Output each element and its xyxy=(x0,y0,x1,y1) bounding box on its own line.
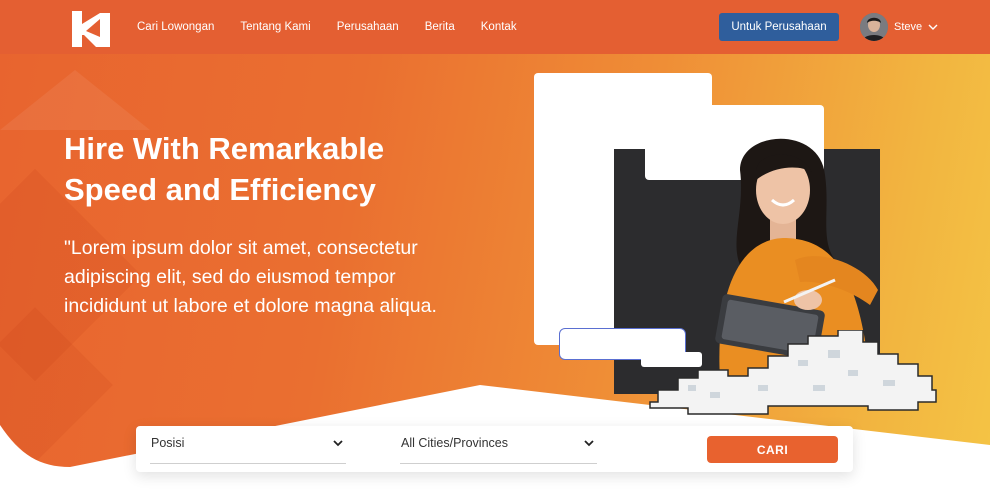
position-select[interactable]: Posisi xyxy=(150,426,346,464)
cloud-illustration xyxy=(649,330,937,415)
city-select-value: All Cities/Provinces xyxy=(401,436,508,450)
chevron-down-icon xyxy=(928,24,938,30)
nav-link-cari-lowongan[interactable]: Cari Lowongan xyxy=(137,21,214,33)
chevron-down-icon xyxy=(333,440,343,447)
search-button[interactable]: CARI xyxy=(707,436,838,463)
avatar xyxy=(860,13,888,41)
top-navbar: Cari Lowongan Tentang Kami Perusahaan Be… xyxy=(0,0,990,54)
nav-link-tentang-kami[interactable]: Tentang Kami xyxy=(240,21,310,33)
hero-title-line: Hire With Remarkable xyxy=(64,131,385,166)
chevron-down-icon xyxy=(584,440,594,447)
user-name: Steve xyxy=(894,21,923,33)
city-select[interactable]: All Cities/Provinces xyxy=(400,426,597,464)
nav-link-kontak[interactable]: Kontak xyxy=(481,21,517,33)
nav-links: Cari Lowongan Tentang Kami Perusahaan Be… xyxy=(137,0,517,54)
hero-description: "Lorem ipsum dolor sit amet, consectetur… xyxy=(64,234,464,321)
for-company-button[interactable]: Untuk Perusahaan xyxy=(719,13,839,41)
hero-description-line: incididunt ut labore et dolore magna ali… xyxy=(64,295,437,317)
hero-description-line: adipiscing elit, sed do eiusmod tempor xyxy=(64,266,396,288)
h-logo-icon[interactable] xyxy=(70,7,112,49)
nav-link-perusahaan[interactable]: Perusahaan xyxy=(337,21,399,33)
hero-title: Hire With Remarkable Speed and Efficienc… xyxy=(64,128,484,210)
hero-title-line: Speed and Efficiency xyxy=(64,172,376,207)
hero-decoration-triangle xyxy=(0,70,150,130)
hero-description-line: "Lorem ipsum dolor sit amet, consectetur xyxy=(64,237,418,259)
position-select-value: Posisi xyxy=(151,436,185,450)
user-menu[interactable]: Steve xyxy=(860,12,938,42)
hero-section: Hire With Remarkable Speed and Efficienc… xyxy=(0,0,990,494)
nav-link-berita[interactable]: Berita xyxy=(425,21,455,33)
job-search-bar: Posisi All Cities/Provinces CARI xyxy=(136,426,853,472)
